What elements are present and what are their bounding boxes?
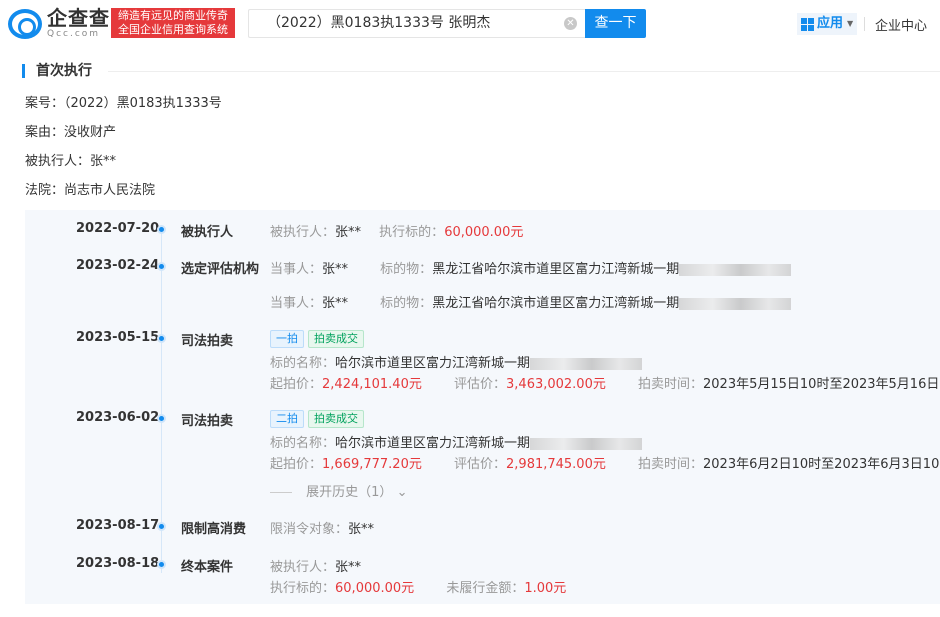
search-button[interactable]: 查一下 xyxy=(585,9,646,38)
case-cause: 案由：没收财产 xyxy=(25,125,117,140)
chevron-down-icon: ⌄ xyxy=(396,485,408,500)
event-detail: 起拍价：1,669,777.20元 评估价：2,981,745.00元 拍卖时间… xyxy=(270,457,940,472)
logo-name: 企查查 xyxy=(47,6,110,30)
section-title: 首次执行 xyxy=(22,62,92,80)
auction-round-tag: 一拍 xyxy=(270,330,304,348)
timeline-dot xyxy=(157,334,166,343)
event-detail: 标的名称：哈尔滨市道里区富力江湾新城一期 xyxy=(270,352,643,371)
redacted-text xyxy=(679,297,792,310)
event-date: 2022-07-20 xyxy=(76,221,160,236)
slogan-banner: 缔造有远见的商业传奇 全国企业信用查询系统 xyxy=(111,8,235,38)
event-detail: 标的名称：哈尔滨市道里区富力江湾新城一期 xyxy=(270,432,643,451)
auction-status-tag: 拍卖成交 xyxy=(308,330,364,348)
qcc-logo-icon xyxy=(8,8,42,39)
event-type: 选定评估机构 xyxy=(181,262,260,277)
event-type: 终本案件 xyxy=(181,560,234,575)
timeline-dot xyxy=(157,560,166,569)
top-header: 企查查 Qcc.com 缔造有远见的商业传奇 全国企业信用查询系统 （2022）… xyxy=(0,0,940,48)
case-court: 法院：尚志市人民法院 xyxy=(25,183,156,198)
event-type: 司法拍卖 xyxy=(181,414,234,429)
event-type: 司法拍卖 xyxy=(181,334,234,349)
expand-history-button[interactable]: 展开历史（1） ⌄ xyxy=(270,481,407,500)
redacted-text xyxy=(530,437,643,450)
section-divider xyxy=(108,71,940,72)
event-detail: 被执行人：张** 执行标的：60,000.00元 xyxy=(270,225,524,240)
auction-tags: 二拍 拍卖成交 xyxy=(270,410,368,428)
event-detail: 执行标的：60,000.00元 未履行金额：1.00元 xyxy=(270,581,567,596)
timeline-dot xyxy=(157,262,166,271)
event-date: 2023-08-17 xyxy=(76,518,160,533)
case-executee: 被执行人：张** xyxy=(25,154,117,169)
search-input[interactable]: （2022）黑0183执1333号 张明杰 xyxy=(248,9,585,38)
timeline-dot xyxy=(157,522,166,531)
event-detail: 当事人：张** 标的物：黑龙江省哈尔滨市道里区富力江湾新城一期 xyxy=(270,292,792,311)
event-detail: 起拍价：2,424,101.40元 评估价：3,463,002.00元 拍卖时间… xyxy=(270,377,940,392)
apps-label: 应用 xyxy=(817,16,844,31)
timeline-dot xyxy=(157,414,166,423)
auction-round-tag: 二拍 xyxy=(270,410,304,428)
slogan-line-2: 全国企业信用查询系统 xyxy=(118,23,228,36)
slogan-line-1: 缔造有远见的商业传奇 xyxy=(118,9,228,22)
event-date: 2023-06-02 xyxy=(76,410,160,425)
apps-grid-icon xyxy=(801,17,814,31)
event-date: 2023-05-15 xyxy=(76,330,160,345)
redacted-text xyxy=(679,263,792,276)
clear-icon[interactable]: ✕ xyxy=(564,17,577,30)
timeline-dot xyxy=(157,225,166,234)
caret-down-icon: ▼ xyxy=(847,19,854,28)
auction-tags: 一拍 拍卖成交 xyxy=(270,330,368,348)
auction-status-tag: 拍卖成交 xyxy=(308,410,364,428)
event-detail: 被执行人：张** xyxy=(270,560,362,575)
case-number: 案号：（2022）黑0183执1333号 xyxy=(25,96,222,111)
event-type: 被执行人 xyxy=(181,225,234,240)
event-type: 限制高消费 xyxy=(181,522,247,537)
event-detail: 限消令对象：张** xyxy=(270,522,375,537)
qcc-logo[interactable]: 企查查 Qcc.com xyxy=(8,8,110,39)
apps-menu-button[interactable]: 应用 ▼ xyxy=(797,13,858,35)
header-divider xyxy=(864,17,865,31)
event-date: 2023-02-24 xyxy=(76,258,160,273)
logo-domain: Qcc.com xyxy=(47,29,101,39)
event-date: 2023-08-18 xyxy=(76,556,160,571)
redacted-text xyxy=(530,357,643,370)
corp-center-link[interactable]: 企业中心 xyxy=(875,15,927,34)
event-detail: 当事人：张** 标的物：黑龙江省哈尔滨市道里区富力江湾新城一期 xyxy=(270,258,792,277)
